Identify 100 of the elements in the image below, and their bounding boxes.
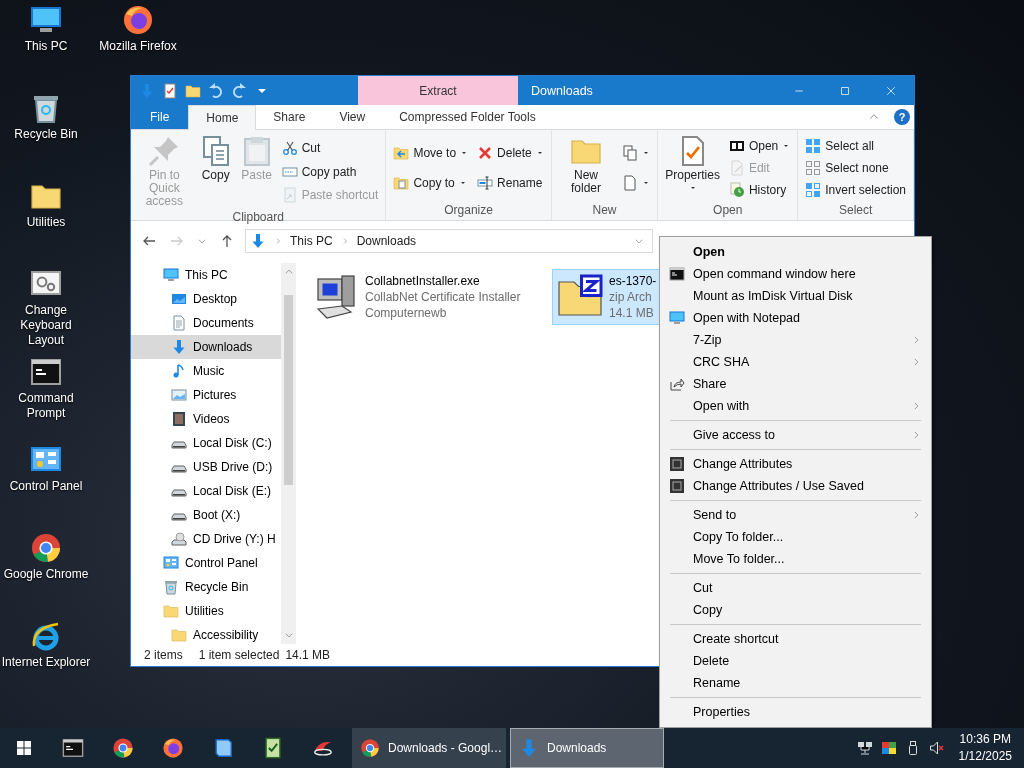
menu-item[interactable]: Change Attributes xyxy=(660,453,931,475)
menu-item[interactable]: Mount as ImDisk Virtual Disk xyxy=(660,285,931,307)
notebook-icon[interactable] xyxy=(212,737,234,759)
chevron-down-icon[interactable] xyxy=(634,236,644,246)
folder-icon xyxy=(171,627,187,643)
speaker-muted-icon[interactable] xyxy=(928,740,945,756)
help-button[interactable]: ? xyxy=(894,109,910,125)
console-icon[interactable] xyxy=(62,737,84,759)
desktop-icon[interactable]: Control Panel xyxy=(9,444,83,494)
network-icon[interactable] xyxy=(856,740,873,756)
nav-item[interactable]: Boot (X:) xyxy=(131,503,281,527)
menu-item[interactable]: Move To folder... xyxy=(660,548,931,570)
desktop-icon[interactable]: Change Keyboard Layout xyxy=(1,268,91,348)
taskbar-button[interactable]: Downloads - Googl… xyxy=(352,728,506,768)
ribbon-button[interactable]: Invert selection xyxy=(802,181,909,199)
ribbon-button[interactable]: Properties xyxy=(662,133,723,194)
ribbon-button[interactable]: Select all xyxy=(802,137,909,155)
menu-item[interactable]: Open with Notepad xyxy=(660,307,931,329)
menu-item[interactable]: Open xyxy=(660,241,931,263)
menu-item[interactable]: Cut xyxy=(660,577,931,599)
color-squares-icon[interactable] xyxy=(880,740,897,756)
desktop-icon[interactable]: Command Prompt xyxy=(1,356,91,421)
nav-item[interactable]: USB Drive (D:) xyxy=(131,455,281,479)
nav-item[interactable]: Utilities xyxy=(131,599,281,623)
desktop-icon[interactable]: This PC xyxy=(24,4,68,54)
ribbon-button[interactable]: New folder xyxy=(555,133,617,197)
ribbon-button[interactable]: Copy path xyxy=(278,162,382,181)
fox-logo-icon[interactable] xyxy=(162,737,184,759)
file-item[interactable]: CollabnetInstaller.exe CollabNet Certificate Installer Computernewb xyxy=(308,269,544,325)
menu-item[interactable]: Change Attributes / Use Saved xyxy=(660,475,931,497)
mixed-grid-icon xyxy=(805,182,822,198)
menu-item[interactable]: Send to xyxy=(660,504,931,526)
menu-item[interactable]: Give access to xyxy=(660,424,931,446)
breadcrumb-item[interactable]: This PC xyxy=(290,234,333,248)
nav-item[interactable]: Documents xyxy=(131,311,281,335)
nav-item[interactable]: This PC xyxy=(131,263,281,287)
menu-item[interactable]: Copy xyxy=(660,599,931,621)
close-icon[interactable] xyxy=(885,84,897,97)
ribbon-button[interactable]: Copy to xyxy=(390,173,472,192)
file-item[interactable]: es-1370- zip Arch 14.1 MB xyxy=(552,269,661,325)
desktop-icon[interactable]: Recycle Bin xyxy=(14,92,78,142)
breadcrumb-item[interactable]: Downloads xyxy=(356,234,417,248)
nav-item[interactable]: Local Disk (E:) xyxy=(131,479,281,503)
taskbar-button[interactable]: Downloads xyxy=(510,728,664,768)
chevron-down-icon[interactable] xyxy=(283,630,294,640)
ribbon-tab[interactable]: Home xyxy=(188,105,257,130)
chevron-down-icon[interactable] xyxy=(197,236,207,246)
ribbon-group-label: Select xyxy=(837,203,874,219)
ribbon-button[interactable]: History xyxy=(725,181,794,199)
ribbon-tab[interactable]: View xyxy=(322,105,383,129)
menu-item[interactable]: Open with xyxy=(660,395,931,417)
fox-logo-icon xyxy=(122,4,154,36)
undo-arrow-icon[interactable] xyxy=(208,82,224,99)
nav-item[interactable]: Accessibility xyxy=(131,623,281,644)
ball-logo-icon[interactable] xyxy=(112,737,134,759)
ribbon-button[interactable]: Move to xyxy=(390,144,472,163)
nav-item[interactable]: CD Drive (Y:) H xyxy=(131,527,281,551)
desktop-icon[interactable]: Mozilla Firefox xyxy=(99,4,177,54)
nav-item[interactable]: Downloads xyxy=(131,335,281,359)
redo-arrow-icon[interactable] xyxy=(231,82,247,99)
nav-item[interactable]: Music xyxy=(131,359,281,383)
check-doc-icon[interactable] xyxy=(162,82,178,99)
address-bar[interactable]: This PC Downloads xyxy=(245,229,653,253)
ribbon-button[interactable]: Rename xyxy=(474,173,547,192)
menu-item[interactable]: Properties xyxy=(660,701,931,723)
windows-logo-icon[interactable] xyxy=(16,740,32,756)
scrollbar[interactable] xyxy=(281,263,296,644)
menu-item[interactable]: CRC SHA xyxy=(660,351,931,373)
folder-pages-icon xyxy=(393,174,410,191)
menu-item[interactable]: Delete xyxy=(660,650,931,672)
menu-item[interactable]: Open command window here xyxy=(660,263,931,285)
nav-item[interactable]: Control Panel xyxy=(131,551,281,575)
folder-icon xyxy=(163,603,179,619)
ribbon-button[interactable]: Copy xyxy=(196,133,235,184)
ribbon-button[interactable]: Delete xyxy=(474,144,547,163)
desktop-icon[interactable]: Internet Explorer xyxy=(1,620,91,670)
menu-item[interactable]: Copy To folder... xyxy=(660,526,931,548)
squares-grid-icon xyxy=(805,138,822,154)
ribbon-tab[interactable]: Compressed Folder Tools xyxy=(382,105,553,129)
ribbon-tab[interactable]: Share xyxy=(256,105,323,129)
ribbon-button[interactable]: Cut xyxy=(278,138,382,157)
notepad-check-icon[interactable] xyxy=(262,737,284,759)
nav-item[interactable]: Local Disk (C:) xyxy=(131,431,281,455)
ribbon-button[interactable]: Open xyxy=(725,137,794,155)
menu-item[interactable]: Share xyxy=(660,373,931,395)
maximize-icon[interactable] xyxy=(839,84,851,97)
scrollbar-thumb[interactable] xyxy=(284,295,293,485)
nav-item[interactable]: Videos xyxy=(131,407,281,431)
nav-item[interactable]: Desktop xyxy=(131,287,281,311)
nav-item[interactable]: Recycle Bin xyxy=(131,575,281,599)
nav-item[interactable]: Pictures xyxy=(131,383,281,407)
file-menu-button[interactable]: File xyxy=(131,105,189,129)
menu-item[interactable]: 7-Zip xyxy=(660,329,931,351)
ribbon-button[interactable]: Select none xyxy=(802,159,909,177)
chevron-up-icon[interactable] xyxy=(283,267,294,277)
folder-icon[interactable] xyxy=(185,82,201,99)
menu-item[interactable]: Rename xyxy=(660,672,931,694)
desktop-icon[interactable]: Google Chrome xyxy=(3,532,89,582)
menu-item[interactable]: Create shortcut xyxy=(660,628,931,650)
desktop-icon[interactable]: Utilities xyxy=(26,180,66,230)
